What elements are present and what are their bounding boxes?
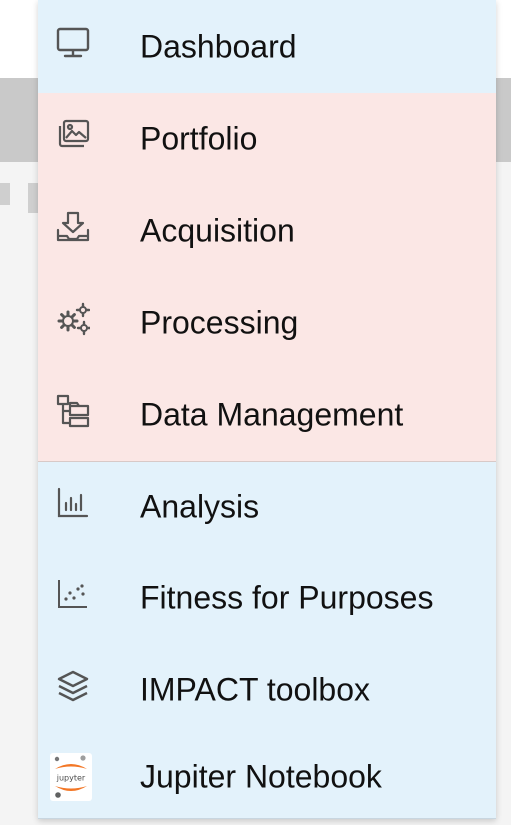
menu-item-acquisition[interactable]: Acquisition	[38, 185, 496, 277]
image-gallery-icon	[56, 118, 90, 152]
menu-item-label: Acquisition	[140, 212, 295, 249]
menu-item-label: Portfolio	[140, 120, 258, 157]
menu-item-label: Fitness for Purposes	[140, 579, 434, 616]
background-tab-fragment	[0, 183, 10, 205]
menu-item-fitness-for-purposes[interactable]: Fitness for Purposes	[38, 552, 496, 644]
bar-chart-icon	[56, 486, 90, 520]
menu-item-dashboard[interactable]: Dashboard	[38, 0, 496, 93]
menu-item-label: Data Management	[140, 396, 404, 432]
monitor-icon	[56, 26, 90, 60]
menu-item-portfolio[interactable]: Portfolio	[38, 93, 496, 185]
menu-item-label: Dashboard	[140, 28, 297, 64]
folder-tree-icon	[56, 394, 90, 428]
scatter-chart-icon	[56, 577, 90, 611]
menu-item-processing[interactable]: Processing	[38, 277, 496, 368]
download-tray-icon	[56, 210, 90, 244]
menu-item-impact-toolbox[interactable]: IMPACT toolbox	[38, 644, 496, 736]
menu-item-label: IMPACT toolbox	[140, 671, 371, 708]
menu-item-jupiter-notebook[interactable]: jupyter Jupiter Notebook	[38, 736, 496, 818]
app-page: Dashboard Portfolio Acquisition Processi…	[0, 0, 511, 825]
menu-item-label: Analysis	[140, 488, 260, 525]
menu-item-analysis[interactable]: Analysis	[38, 462, 496, 552]
jupyter-logo-text: jupyter	[56, 774, 86, 783]
menu-item-label: Processing	[140, 304, 299, 340]
layers-icon	[56, 669, 90, 703]
jupyter-logo-icon: jupyter	[50, 753, 92, 801]
gears-icon	[56, 302, 90, 336]
menu-item-label: Jupiter Notebook	[140, 758, 382, 795]
navigation-dropdown-menu: Dashboard Portfolio Acquisition Processi…	[38, 0, 496, 819]
menu-item-data-management[interactable]: Data Management	[38, 368, 496, 461]
